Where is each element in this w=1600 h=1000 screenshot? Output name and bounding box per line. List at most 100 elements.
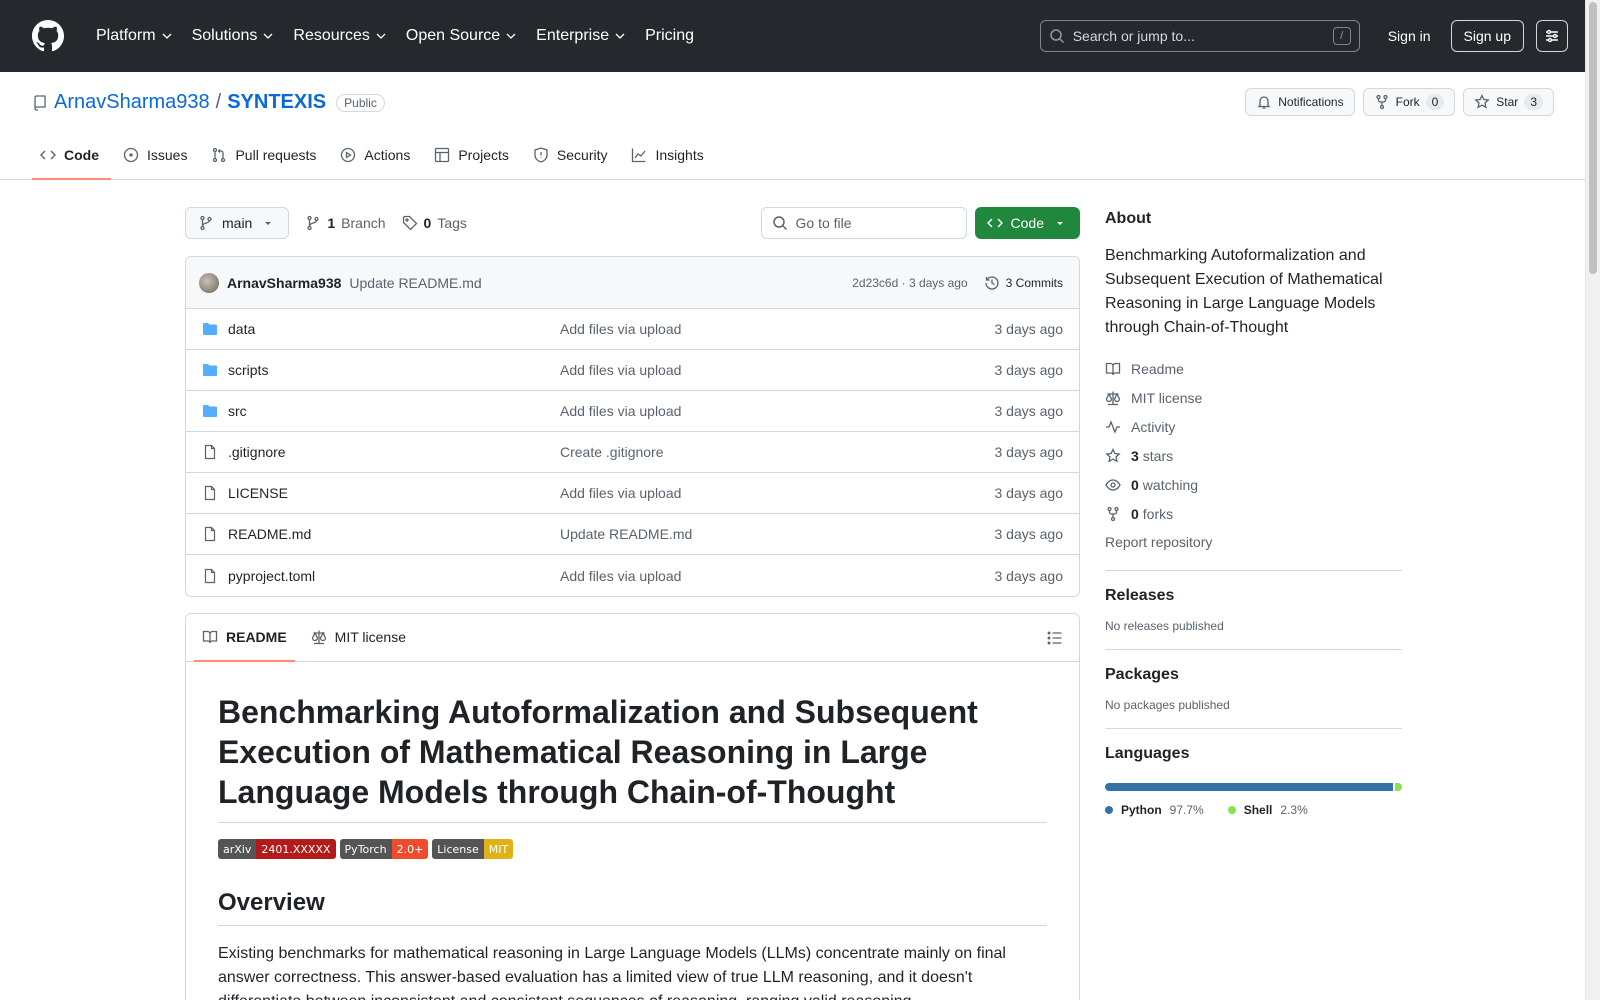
- forks-link[interactable]: 0 forks: [1105, 499, 1402, 528]
- nav-resources[interactable]: Resources: [283, 18, 395, 54]
- tab-security[interactable]: Security: [525, 132, 620, 180]
- visibility-badge: Public: [336, 93, 385, 112]
- global-search-input[interactable]: Search or jump to... /: [1039, 20, 1360, 52]
- book-icon: [202, 630, 218, 643]
- readme-link[interactable]: Readme: [1105, 354, 1402, 383]
- fork-button[interactable]: Fork 0: [1362, 88, 1456, 116]
- tab-mit-license[interactable]: MIT license: [303, 614, 414, 662]
- code-button[interactable]: Code: [974, 207, 1080, 239]
- overview-text: Existing benchmarks for mathematical rea…: [218, 945, 1006, 1000]
- file-commit-link[interactable]: Add files via upload: [560, 568, 995, 584]
- packages-heading[interactable]: Packages: [1105, 666, 1402, 684]
- go-to-file-input[interactable]: Go to file: [760, 207, 967, 239]
- repo-owner-link[interactable]: ArnavSharma938: [54, 91, 210, 114]
- tab-pull-requests[interactable]: Pull requests: [203, 132, 328, 180]
- file-name-link[interactable]: data: [228, 321, 560, 337]
- nav-label: Solutions: [191, 27, 258, 44]
- shield-badge[interactable]: PyTorch 2.0+: [339, 839, 429, 859]
- slash-shortcut: /: [1332, 27, 1351, 45]
- play-icon: [341, 147, 356, 163]
- github-logo-icon[interactable]: [32, 20, 64, 52]
- license-link[interactable]: MIT license: [1105, 383, 1402, 412]
- releases-heading[interactable]: Releases: [1105, 587, 1402, 605]
- readme-label: Readme: [1131, 360, 1184, 377]
- tab-label: Code: [64, 147, 99, 163]
- language-legend-item[interactable]: Shell 2.3%: [1227, 803, 1308, 817]
- file-commit-link[interactable]: Create .gitignore: [560, 444, 995, 460]
- language-name: Python: [1121, 803, 1162, 817]
- shield-label: PyTorch: [339, 839, 392, 859]
- file-name-link[interactable]: src: [228, 403, 560, 419]
- nav-platform[interactable]: Platform: [86, 18, 182, 54]
- tags-link[interactable]: 0 Tags: [402, 215, 467, 231]
- file-row: LICENSE Add files via upload 3 days ago: [186, 473, 1079, 514]
- file-commit-link[interactable]: Add files via upload: [560, 485, 995, 501]
- file-commit-link[interactable]: Update README.md: [560, 526, 995, 542]
- list-unordered-icon[interactable]: [1047, 630, 1063, 646]
- shield-badge[interactable]: License MIT: [432, 839, 514, 859]
- notifications-button[interactable]: Notifications: [1245, 88, 1355, 116]
- tab-actions[interactable]: Actions: [332, 132, 422, 180]
- commits-link[interactable]: 3 Commits: [984, 275, 1063, 291]
- file-name-link[interactable]: scripts: [228, 362, 560, 378]
- file-icon: [204, 485, 216, 501]
- packages-section: Packages No packages published: [1105, 649, 1402, 712]
- file-name-link[interactable]: LICENSE: [228, 485, 560, 501]
- menu-button[interactable]: [1536, 20, 1568, 52]
- branch-select[interactable]: main: [185, 207, 290, 239]
- tab-label: MIT license: [334, 628, 406, 645]
- chevron-down-icon: [162, 33, 172, 39]
- tab-readme[interactable]: README: [194, 614, 295, 662]
- page-scrollbar[interactable]: [1585, 0, 1600, 1000]
- about-heading: About: [1105, 210, 1152, 227]
- file-commit-link[interactable]: Add files via upload: [560, 362, 995, 378]
- search-placeholder: Search or jump to...: [1072, 28, 1195, 44]
- avatar[interactable]: [199, 272, 219, 293]
- nav-enterprise[interactable]: Enterprise: [526, 18, 635, 54]
- star-icon: [1105, 447, 1121, 463]
- tab-label: Actions: [364, 147, 411, 163]
- watching-link[interactable]: 0 watching: [1105, 470, 1402, 499]
- tab-insights[interactable]: Insights: [623, 132, 715, 180]
- file-row: data Add files via upload 3 days ago: [186, 309, 1079, 350]
- fork-count: 0: [1425, 94, 1445, 110]
- file-row: scripts Add files via upload 3 days ago: [186, 350, 1079, 391]
- stars-link[interactable]: 3 stars: [1105, 441, 1402, 470]
- branches-link[interactable]: 1 Branch: [305, 215, 386, 231]
- language-bar: [1105, 783, 1402, 791]
- global-nav: Platform Solutions Resources Open Source…: [86, 18, 704, 54]
- file-commit-link[interactable]: Add files via upload: [560, 403, 995, 419]
- file-commit-link[interactable]: Add files via upload: [560, 321, 995, 337]
- commit-author[interactable]: ArnavSharma938: [227, 275, 341, 291]
- commit-meta[interactable]: 2d23c6d · 3 days ago: [852, 276, 967, 290]
- commit-message[interactable]: Update README.md: [349, 275, 481, 291]
- nav-open-source[interactable]: Open Source: [396, 18, 526, 54]
- report-repository-link[interactable]: Report repository: [1105, 530, 1402, 554]
- sign-up-button[interactable]: Sign up: [1450, 20, 1524, 52]
- nav-pricing[interactable]: Pricing: [635, 18, 704, 54]
- activity-link[interactable]: Activity: [1105, 412, 1402, 441]
- repo-name-link[interactable]: SYNTEXIS: [227, 91, 326, 114]
- chevron-down-icon: [376, 33, 386, 39]
- file-name-link[interactable]: .gitignore: [228, 444, 560, 460]
- folder-icon: [203, 323, 217, 335]
- stars-count: 3: [1131, 447, 1139, 464]
- language-legend-item[interactable]: Python 97.7%: [1105, 803, 1204, 817]
- file-name-link[interactable]: README.md: [228, 526, 560, 542]
- language-bar-segment: [1105, 783, 1394, 791]
- nav-solutions[interactable]: Solutions: [182, 18, 284, 54]
- pull-request-icon: [213, 147, 226, 163]
- language-bar-segment: [1395, 783, 1402, 791]
- scrollbar-thumb[interactable]: [1589, 2, 1597, 274]
- file-browser: ArnavSharma938 Update README.md 2d23c6d …: [185, 256, 1080, 597]
- tab-projects[interactable]: Projects: [426, 132, 521, 180]
- nav-label: Pricing: [645, 27, 694, 44]
- file-name-link[interactable]: pyproject.toml: [228, 568, 560, 584]
- shield-badge[interactable]: arXiv 2401.XXXXX: [218, 839, 336, 859]
- file-icon: [204, 526, 216, 542]
- tab-code[interactable]: Code: [32, 132, 111, 180]
- shield-label: arXiv: [218, 839, 257, 859]
- tab-issues[interactable]: Issues: [115, 132, 199, 180]
- sign-in-link[interactable]: Sign in: [1374, 28, 1445, 44]
- star-button[interactable]: Star 3: [1463, 88, 1554, 116]
